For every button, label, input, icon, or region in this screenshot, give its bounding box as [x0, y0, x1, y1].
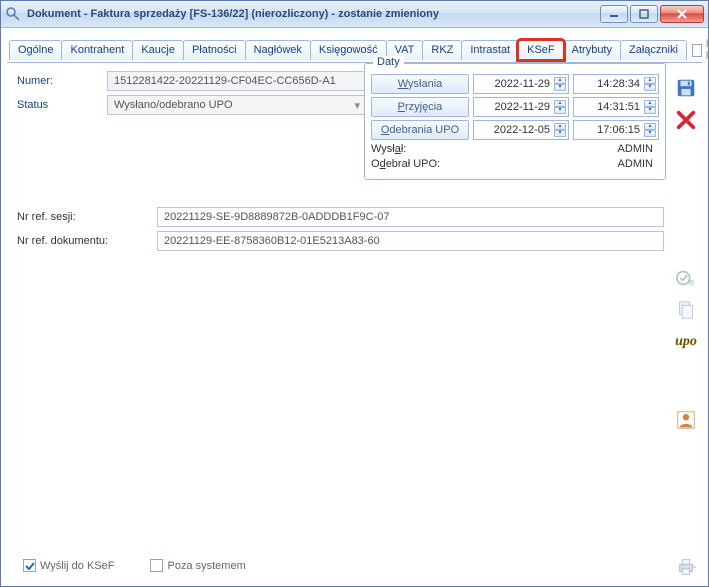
daty-wyslania-time[interactable]: 14:28:34▴▾	[573, 74, 659, 94]
window-title: Dokument - Faktura sprzedaży [FS-136/22]…	[27, 8, 600, 20]
tab-rkz[interactable]: RKZ	[422, 40, 462, 60]
upo-button[interactable]: upo	[673, 329, 699, 355]
tab-zalaczniki[interactable]: Załączniki	[620, 40, 687, 60]
print-button[interactable]	[673, 554, 699, 580]
checkbox-checked-icon	[23, 559, 36, 572]
app-icon	[5, 6, 21, 22]
daty-legend: Daty	[373, 56, 404, 68]
daty-przyjecia-time[interactable]: 14:31:51▴▾	[573, 97, 659, 117]
refs: Nr ref. sesji: 20221129-SE-9D8889872B-0A…	[17, 207, 664, 251]
daty-wyslania-date[interactable]: 2022-11-29▴▾	[473, 74, 569, 94]
tab-ogolne[interactable]: Ogólne	[9, 40, 62, 60]
bottom-options: Wyślij do KSeF Poza systemem	[17, 559, 246, 572]
daty-wyslal-label: Wysłał:	[371, 143, 469, 155]
tab-ksef[interactable]: KSeF	[518, 40, 564, 60]
tab-intrastat[interactable]: Intrastat	[461, 40, 519, 60]
ref-dok-field: 20221129-EE-8758360B12-01E5213A83-60	[157, 231, 664, 251]
ref-sesji-label: Nr ref. sesji:	[17, 211, 157, 223]
person-button[interactable]	[673, 407, 699, 433]
copy-button[interactable]	[673, 297, 699, 323]
maximize-button[interactable]	[630, 5, 658, 23]
window-controls	[600, 5, 704, 23]
wyslij-label: Wyślij do KSeF	[40, 560, 114, 572]
numer-field: 1512281422-20221129-CF04EC-CC656D-A1	[107, 71, 367, 91]
body: Numer: 1512281422-20221129-CF04EC-CC656D…	[7, 62, 702, 580]
daty-odebrania-time[interactable]: 17:06:15▴▾	[573, 120, 659, 140]
top-form: Numer: 1512281422-20221129-CF04EC-CC656D…	[17, 71, 367, 115]
poza-systemem-check[interactable]: Poza systemem	[150, 559, 245, 572]
tab-bar: Ogólne Kontrahent Kaucje Płatności Nagłó…	[1, 28, 708, 62]
tab-atrybuty[interactable]: Atrybuty	[563, 40, 621, 60]
app-window: Dokument - Faktura sprzedaży [FS-136/22]…	[0, 0, 709, 587]
status-select[interactable]: Wysłano/odebrano UPO ▾	[107, 95, 367, 115]
svg-text:e: e	[689, 277, 695, 288]
cancel-button[interactable]	[673, 107, 699, 133]
daty-przyjecia-button[interactable]: Przyjęcia	[371, 97, 469, 117]
daty-przyjecia-date[interactable]: 2022-11-29▴▾	[473, 97, 569, 117]
daty-group: Daty Wysłania 2022-11-29▴▾ 14:28:34▴▾ Pr…	[364, 63, 666, 180]
save-button[interactable]	[673, 75, 699, 101]
checkbox-icon	[150, 559, 163, 572]
wyslij-do-ksef-check[interactable]: Wyślij do KSeF	[23, 559, 114, 572]
ref-sesji-field: 20221129-SE-9D8889872B-0ADDDB1F9C-07	[157, 207, 664, 227]
close-window-button[interactable]	[660, 5, 704, 23]
side-toolbar: e upo	[670, 71, 702, 580]
daty-odebrania-date[interactable]: 2022-12-05▴▾	[473, 120, 569, 140]
verify-button[interactable]: e	[673, 265, 699, 291]
tab-kontrahent[interactable]: Kontrahent	[61, 40, 133, 60]
daty-odebrania-button[interactable]: Odebrania UPO	[371, 120, 469, 140]
tab-kaucje[interactable]: Kaucje	[132, 40, 184, 60]
numer-label: Numer:	[17, 75, 107, 87]
daty-wyslal-value: ADMIN	[473, 143, 659, 155]
daty-wyslania-button[interactable]: Wysłania	[371, 74, 469, 94]
chevron-down-icon: ▾	[354, 99, 360, 112]
content: Numer: 1512281422-20221129-CF04EC-CC656D…	[7, 71, 670, 580]
minimize-button[interactable]	[600, 5, 628, 23]
checkbox-icon	[692, 44, 702, 57]
status-label: Status	[17, 99, 107, 111]
daty-odebral-label: Odebrał UPO:	[371, 158, 469, 170]
tab-platnosci[interactable]: Płatności	[183, 40, 246, 60]
poza-label: Poza systemem	[167, 560, 245, 572]
titlebar: Dokument - Faktura sprzedaży [FS-136/22]…	[1, 1, 708, 28]
daty-odebral-value: ADMIN	[473, 158, 659, 170]
tab-naglowek[interactable]: Nagłówek	[245, 40, 311, 60]
do-bufora-check: Do bufora	[692, 38, 709, 62]
ref-dok-label: Nr ref. dokumentu:	[17, 235, 157, 247]
